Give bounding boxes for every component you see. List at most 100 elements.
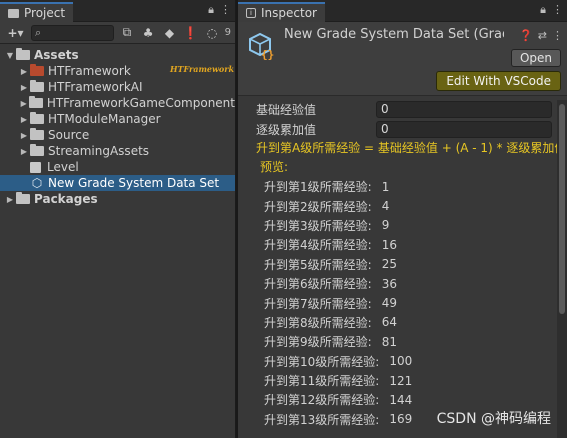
preview-label: 预览: [260, 160, 289, 174]
level-row: 升到第2级所需经验: 4 [264, 199, 390, 214]
htframework-folder-icon [30, 64, 44, 76]
htframework-logo: HTFramework [170, 64, 234, 74]
tab-inspector-label: Inspector [261, 6, 317, 20]
collapse-arrow-icon[interactable]: ▶ [18, 67, 30, 76]
tree-item-htframeworkgamecomponent[interactable]: ▶ HTFrameworkGameComponent [0, 95, 235, 111]
search-icon: ⌕ [35, 25, 42, 39]
visibility-icon[interactable]: ◌ [203, 25, 220, 41]
tree-item-label: HTFramework [48, 64, 131, 78]
header-icons: ❓ ⇄ ⋮ [519, 29, 563, 42]
formula-text: 升到第A级所需经验 = 基础经验值 + (A - 1) * 逐级累加值 [256, 141, 567, 155]
inspector-tab-icons: 🔒︎ ⋮ [540, 3, 563, 17]
level-row: 升到第4级所需经验: 16 [264, 237, 397, 253]
svg-text:{}: {} [261, 48, 274, 60]
project-panel: Project 🔒︎ ⋮ +▾ ⌕ ⧉ ♣ ◆ ❗ ◌ 9 ▼ Assets ▶… [0, 0, 236, 438]
lock-icon[interactable]: 🔒︎ [208, 3, 214, 17]
level-row: 升到第12级所需经验: 144 [264, 392, 413, 408]
tab-project[interactable]: Project [0, 2, 74, 22]
tree-item-level[interactable]: Level [0, 159, 235, 175]
tree-item-htmodulemanager[interactable]: ▶ HTModuleManager [0, 111, 235, 127]
filter-by-type-icon[interactable]: ⧉ [118, 25, 135, 41]
tree-item-label: Level [47, 160, 79, 174]
tree-item-label: HTModuleManager [48, 112, 161, 126]
base-exp-input[interactable]: 0 [376, 100, 552, 118]
tree-item-streamingassets[interactable]: ▶ StreamingAssets [0, 143, 235, 159]
collapse-arrow-icon[interactable]: ▶ [18, 83, 30, 92]
tree-item-label: Assets [34, 48, 79, 62]
scriptable-object-icon: ⬡ [31, 176, 43, 190]
filter-icon[interactable]: ♣ [140, 25, 157, 41]
field-label: 基础经验值 [256, 102, 317, 117]
project-tree: ▼ Assets ▶ HTFramework HTFramework ▶ HTF… [0, 44, 235, 207]
folder-tab-icon [8, 8, 19, 18]
tree-item-new-grade-system-data-set[interactable]: ⬡ New Grade System Data Set [0, 175, 235, 191]
tree-item-htframework[interactable]: ▶ HTFramework HTFramework [0, 63, 235, 79]
collapse-arrow-icon[interactable]: ▶ [18, 99, 29, 108]
level-row: 升到第8级所需经验: 64 [264, 315, 397, 330]
search-input[interactable]: ⌕ [31, 24, 115, 41]
tree-item-packages[interactable]: ▶ Packages [0, 191, 235, 207]
lock-icon[interactable]: 🔒︎ [540, 3, 546, 17]
collapse-arrow-icon[interactable]: ▶ [4, 195, 16, 204]
edit-with-vscode-button[interactable]: Edit With VSCode [436, 71, 561, 91]
inspector-header: {} New Grade System Data Set (Grade ❓ ⇄ … [238, 22, 567, 96]
scrollbar-thumb[interactable] [559, 104, 565, 314]
level-row: 升到第5级所需经验: 25 [264, 257, 397, 272]
more-icon[interactable]: ⋮ [552, 29, 563, 42]
project-tabbar: Project 🔒︎ ⋮ [0, 0, 235, 22]
info-tab-icon: i [246, 8, 256, 18]
increment-input[interactable]: 0 [376, 120, 552, 138]
collapse-arrow-icon[interactable]: ▶ [18, 115, 30, 124]
folder-icon [30, 80, 44, 92]
menu-icon[interactable]: ⋮ [552, 3, 563, 17]
menu-icon[interactable]: ⋮ [220, 3, 231, 17]
collapse-arrow-icon[interactable]: ▶ [18, 131, 30, 140]
tree-item-label: HTFrameworkGameComponent [46, 96, 235, 110]
folder-icon [16, 48, 30, 60]
folder-icon [30, 112, 44, 124]
warning-icon[interactable]: ❗ [182, 25, 199, 41]
inspector-body: 基础经验值 0 逐级累加值 0 升到第A级所需经验 = 基础经验值 + (A -… [238, 96, 567, 429]
level-row: 升到第7级所需经验: 49 [264, 296, 397, 311]
base-exp-field: 基础经验值 0 [238, 99, 567, 119]
folder-icon [16, 192, 30, 204]
level-row: 升到第11级所需经验: 121 [264, 373, 413, 389]
tree-item-htframeworkai[interactable]: ▶ HTFrameworkAI [0, 79, 235, 95]
scriptable-object-icon: {} [249, 32, 274, 60]
folder-icon [29, 96, 43, 108]
presets-icon[interactable]: ⇄ [538, 29, 547, 42]
folder-icon [30, 128, 44, 140]
level-row: 升到第1级所需经验: 1 [264, 179, 390, 195]
scene-icon [30, 161, 41, 173]
level-row: 升到第10级所需经验: 100 [264, 354, 413, 369]
level-row: 升到第3级所需经验: 9 [264, 218, 390, 233]
tree-item-assets[interactable]: ▼ Assets [0, 47, 235, 63]
increment-field: 逐级累加值 0 [238, 119, 567, 139]
collapse-arrow-icon[interactable]: ▶ [18, 147, 30, 156]
expand-arrow-icon[interactable]: ▼ [4, 51, 16, 60]
tree-item-source[interactable]: ▶ Source [0, 127, 235, 143]
tab-inspector[interactable]: i Inspector [238, 2, 325, 22]
help-icon[interactable]: ❓ [519, 29, 533, 42]
inspector-tabbar: i Inspector 🔒︎ ⋮ [238, 0, 567, 22]
tree-item-label: New Grade System Data Set [48, 176, 220, 190]
open-button[interactable]: Open [510, 49, 561, 67]
inspector-panel: i Inspector 🔒︎ ⋮ {} New Grade System Dat… [238, 0, 567, 438]
tab-project-label: Project [24, 6, 66, 20]
folder-icon [30, 144, 44, 156]
hidden-count: 9 [224, 27, 231, 38]
tree-item-label: Source [48, 128, 90, 142]
level-row: 升到第9级所需经验: 81 [264, 334, 397, 350]
label-icon[interactable]: ◆ [161, 25, 178, 41]
level-row: 升到第6级所需经验: 36 [264, 276, 397, 292]
inspector-scrollbar[interactable] [557, 100, 567, 438]
watermark: CSDN @神码编程 [436, 411, 551, 427]
inspector-title: New Grade System Data Set (Grade [284, 27, 504, 42]
tree-item-label: Packages [34, 192, 98, 206]
project-toolbar: +▾ ⌕ ⧉ ♣ ◆ ❗ ◌ 9 [0, 22, 235, 44]
field-label: 逐级累加值 [256, 122, 317, 137]
add-button[interactable]: +▾ [4, 25, 27, 41]
tree-item-label: HTFrameworkAI [48, 80, 143, 94]
project-tab-icons: 🔒︎ ⋮ [208, 3, 231, 17]
tree-item-label: StreamingAssets [48, 144, 150, 158]
